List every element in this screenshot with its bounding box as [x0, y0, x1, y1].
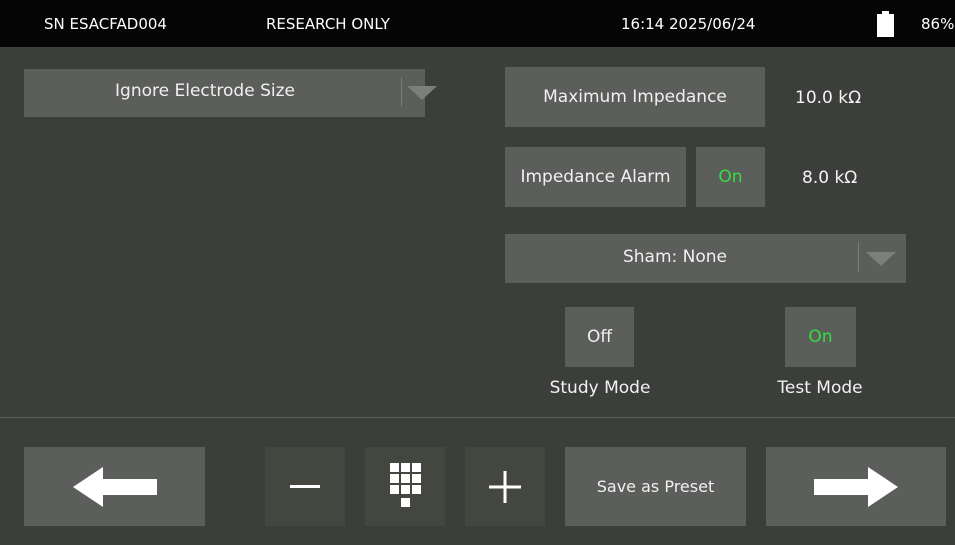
dropdown-separator: [858, 242, 859, 272]
test-mode-caption: Test Mode: [777, 378, 863, 398]
save-as-preset-label: Save as Preset: [596, 477, 715, 496]
impedance-alarm-state: On: [718, 167, 743, 187]
increment-button[interactable]: [465, 447, 545, 526]
maximum-impedance-button[interactable]: Maximum Impedance: [505, 67, 765, 127]
divider: [0, 417, 955, 418]
plus-icon: [489, 470, 521, 503]
sham-value: Sham: None: [622, 247, 728, 267]
save-as-preset-button[interactable]: Save as Preset: [565, 447, 746, 526]
maximum-impedance-label: Maximum Impedance: [543, 87, 727, 107]
study-mode-state: Off: [586, 327, 613, 347]
arrow-right-icon: [814, 466, 898, 507]
minus-icon: [290, 484, 320, 489]
impedance-alarm-value: 8.0 kΩ: [802, 168, 858, 188]
test-mode-toggle[interactable]: On: [785, 307, 856, 367]
keypad-icon: [389, 462, 421, 511]
battery-percent: 86%: [921, 15, 955, 33]
next-button[interactable]: [766, 447, 946, 526]
decrement-button[interactable]: [265, 447, 345, 526]
electrode-size-dropdown[interactable]: Ignore Electrode Size: [24, 69, 437, 117]
status-bar: SN ESACFAD004 RESEARCH ONLY 16:14 2025/0…: [0, 0, 955, 47]
dropdown-separator: [401, 77, 402, 107]
impedance-alarm-button[interactable]: Impedance Alarm: [505, 147, 686, 207]
serial-number: SN ESACFAD004: [44, 15, 167, 33]
impedance-alarm-label: Impedance Alarm: [520, 167, 671, 187]
datetime: 16:14 2025/06/24: [621, 15, 756, 33]
chevron-down-icon: [407, 86, 437, 100]
sham-dropdown[interactable]: Sham: None: [505, 234, 906, 283]
research-only-notice: RESEARCH ONLY: [266, 15, 390, 33]
battery-icon: [877, 11, 894, 37]
test-mode-state: On: [808, 327, 833, 347]
study-mode-toggle[interactable]: Off: [565, 307, 634, 367]
study-mode-caption: Study Mode: [549, 378, 651, 398]
chevron-down-icon: [866, 252, 896, 266]
electrode-size-value: Ignore Electrode Size: [115, 81, 295, 101]
arrow-left-icon: [72, 466, 157, 507]
keypad-button[interactable]: [365, 447, 445, 526]
maximum-impedance-value: 10.0 kΩ: [795, 88, 862, 108]
back-button[interactable]: [24, 447, 205, 526]
impedance-alarm-toggle[interactable]: On: [696, 147, 765, 207]
